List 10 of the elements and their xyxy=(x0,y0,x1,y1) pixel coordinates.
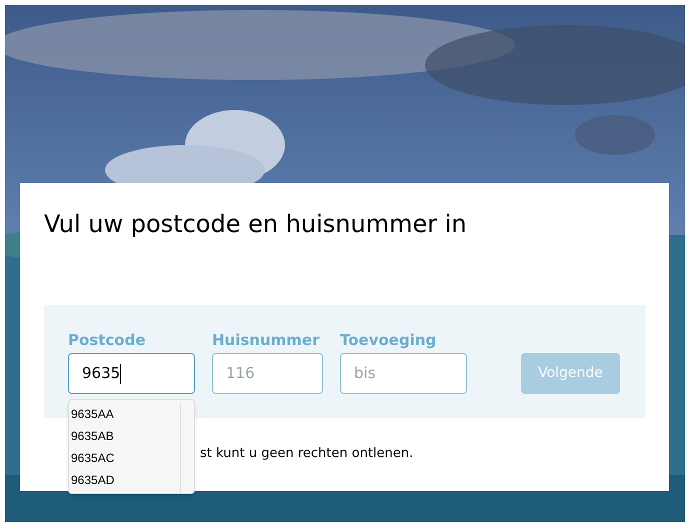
suggestion-item[interactable]: 9635AD xyxy=(69,469,180,491)
page-title: Vul uw postcode en huisnummer in xyxy=(44,209,467,239)
suggestion-item[interactable]: 9635AC xyxy=(69,447,180,469)
input-field[interactable]: 9635 xyxy=(68,353,195,394)
field-label: Huisnummer xyxy=(212,331,320,349)
disclaimer-text: st kunt u geen rechten ontlenen. xyxy=(200,445,414,463)
suggestion-item[interactable]: 9635AA xyxy=(69,403,180,425)
suggestion-item[interactable]: 9635AB xyxy=(69,425,180,447)
field-label: Postcode xyxy=(68,331,146,349)
field-label: Toevoeging xyxy=(340,331,436,349)
